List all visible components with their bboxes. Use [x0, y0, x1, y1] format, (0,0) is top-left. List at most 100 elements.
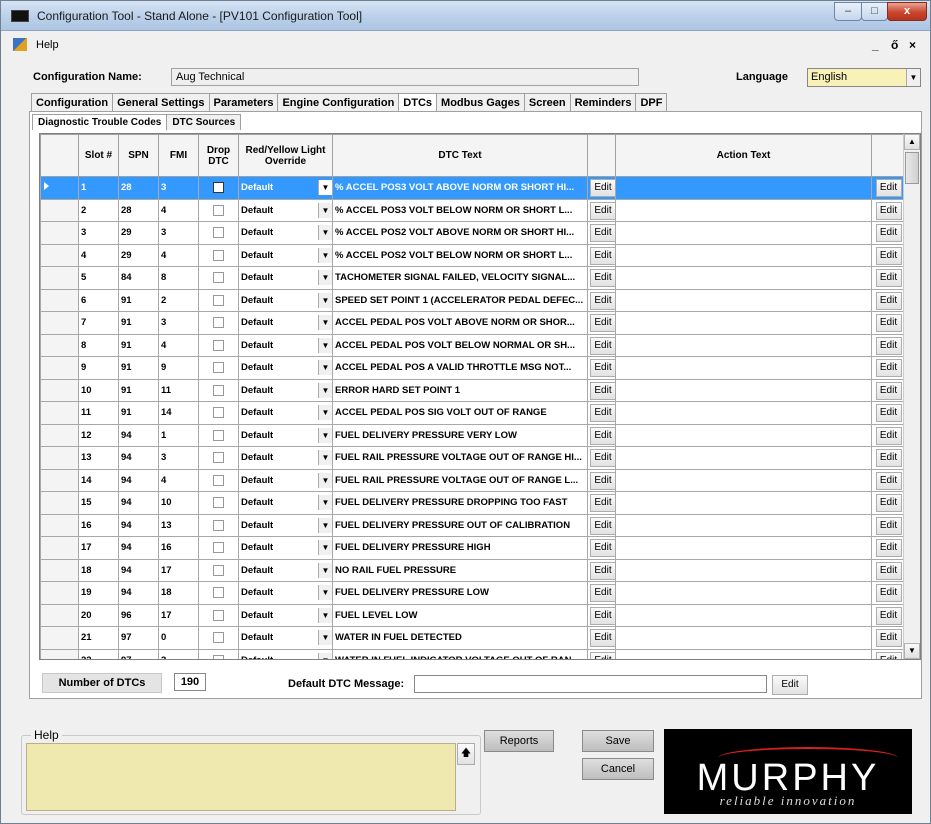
action-text-edit-button[interactable]: Edit	[875, 381, 902, 400]
dtc-text-edit-button[interactable]: Edit	[590, 224, 615, 243]
tab-configuration[interactable]: Configuration	[31, 93, 114, 112]
action-text-edit-button[interactable]: Edit	[875, 179, 902, 198]
row-selector[interactable]	[40, 176, 79, 200]
cell-dtc-edit[interactable]: Edit	[587, 266, 616, 290]
cell-fmi[interactable]: 2	[158, 288, 199, 312]
cell-slot[interactable]: 14	[78, 468, 119, 492]
drop-dtc-checkbox[interactable]	[213, 182, 224, 194]
cell-dtc-edit[interactable]: Edit	[587, 221, 616, 245]
scroll-thumb[interactable]	[905, 152, 919, 184]
cell-drop-dtc[interactable]	[198, 378, 239, 402]
row-selector[interactable]	[40, 378, 79, 402]
chevron-down-icon[interactable]: ▼	[318, 607, 332, 623]
table-row[interactable]: 1 28 3 Default ▼% ACCEL POS3 VOLT ABOVE NORM…	[40, 176, 906, 200]
cell-light-override[interactable]: Default ▼	[238, 198, 333, 222]
cell-action-text[interactable]	[615, 581, 872, 605]
cell-spn[interactable]: 91	[118, 401, 159, 425]
row-selector[interactable]	[40, 333, 79, 357]
row-selector[interactable]	[40, 513, 79, 537]
cell-action-text[interactable]	[615, 198, 872, 222]
action-text-edit-button[interactable]: Edit	[875, 539, 902, 558]
cell-drop-dtc[interactable]	[198, 581, 239, 605]
default-dtc-message-field[interactable]	[414, 675, 767, 693]
cell-action-edit[interactable]: Edit	[871, 401, 906, 425]
cell-spn[interactable]: 94	[118, 558, 159, 582]
cell-light-override[interactable]: Default ▼	[238, 513, 333, 537]
cell-dtc-edit[interactable]: Edit	[587, 176, 616, 200]
cell-spn[interactable]: 94	[118, 446, 159, 470]
cell-dtc-edit[interactable]: Edit	[587, 333, 616, 357]
cell-dtc-edit[interactable]: Edit	[587, 423, 616, 447]
cell-light-override[interactable]: Default ▼	[238, 558, 333, 582]
cell-action-edit[interactable]: Edit	[871, 558, 906, 582]
cell-fmi[interactable]: 1	[158, 423, 199, 447]
cell-drop-dtc[interactable]	[198, 648, 239, 659]
cell-dtc-edit[interactable]: Edit	[587, 243, 616, 267]
row-selector[interactable]	[40, 558, 79, 582]
cell-spn[interactable]: 91	[118, 356, 159, 380]
dtc-text-edit-button[interactable]: Edit	[590, 179, 615, 198]
action-text-edit-button[interactable]: Edit	[875, 494, 902, 513]
action-text-edit-button[interactable]: Edit	[875, 606, 902, 625]
cell-light-override[interactable]: Default ▼	[238, 333, 333, 357]
cell-slot[interactable]: 2	[78, 198, 119, 222]
dtc-text-edit-button[interactable]: Edit	[590, 201, 615, 220]
action-text-edit-button[interactable]: Edit	[875, 359, 902, 378]
chevron-down-icon[interactable]: ▼	[318, 382, 332, 398]
cell-dtc-text[interactable]: % ACCEL POS3 VOLT BELOW NORM OR SHORT L.…	[332, 198, 588, 222]
dtc-text-edit-button[interactable]: Edit	[590, 539, 615, 558]
action-text-edit-button[interactable]: Edit	[875, 224, 902, 243]
cell-dtc-text[interactable]: % ACCEL POS2 VOLT BELOW NORM OR SHORT L.…	[332, 243, 588, 267]
cell-drop-dtc[interactable]	[198, 603, 239, 627]
cell-drop-dtc[interactable]	[198, 468, 239, 492]
drop-dtc-checkbox[interactable]	[213, 227, 224, 239]
cell-light-override[interactable]: Default ▼	[238, 176, 333, 200]
cell-action-edit[interactable]: Edit	[871, 176, 906, 200]
cell-light-override[interactable]: Default ▼	[238, 401, 333, 425]
action-text-edit-button[interactable]: Edit	[875, 291, 902, 310]
cell-dtc-edit[interactable]: Edit	[587, 446, 616, 470]
row-selector[interactable]	[40, 626, 79, 650]
cell-action-text[interactable]	[615, 356, 872, 380]
cell-slot[interactable]: 21	[78, 626, 119, 650]
cell-spn[interactable]: 94	[118, 423, 159, 447]
row-selector[interactable]	[40, 311, 79, 335]
dtc-text-edit-button[interactable]: Edit	[590, 381, 615, 400]
cell-drop-dtc[interactable]	[198, 558, 239, 582]
table-row[interactable]: 16 94 13 Default ▼ FUEL DELIVERY PRESSURE OUT…	[40, 513, 906, 537]
tab-modbus-gages[interactable]: Modbus Gages	[436, 93, 525, 112]
cell-action-edit[interactable]: Edit	[871, 356, 906, 380]
cell-dtc-text[interactable]: FUEL DELIVERY PRESSURE DROPPING TOO FAST	[332, 491, 588, 515]
cell-action-text[interactable]	[615, 378, 872, 402]
cell-action-edit[interactable]: Edit	[871, 221, 906, 245]
col-slot[interactable]: Slot #	[78, 134, 119, 177]
cell-slot[interactable]: 22	[78, 648, 119, 659]
drop-dtc-checkbox[interactable]	[213, 609, 224, 621]
cell-dtc-edit[interactable]: Edit	[587, 491, 616, 515]
cell-dtc-text[interactable]: FUEL DELIVERY PRESSURE LOW	[332, 581, 588, 605]
cell-action-text[interactable]	[615, 288, 872, 312]
chevron-down-icon[interactable]: ▼	[318, 315, 332, 331]
drop-dtc-checkbox[interactable]	[213, 362, 224, 374]
cell-action-text[interactable]	[615, 401, 872, 425]
cell-slot[interactable]: 17	[78, 536, 119, 560]
cell-spn[interactable]: 97	[118, 626, 159, 650]
table-row[interactable]: 3 29 3 Default ▼% ACCEL POS2 VOLT ABOVE NORM…	[40, 221, 906, 245]
chevron-down-icon[interactable]: ▼	[318, 495, 332, 511]
cell-action-edit[interactable]: Edit	[871, 198, 906, 222]
mdi-close-button[interactable]: ×	[909, 38, 916, 52]
action-text-edit-button[interactable]: Edit	[875, 651, 902, 659]
reports-button[interactable]: Reports	[484, 730, 554, 752]
cell-slot[interactable]: 1	[78, 176, 119, 200]
drop-dtc-checkbox[interactable]	[213, 519, 224, 531]
table-row[interactable]: 17 94 16 Default ▼ FUEL DELIVERY PRESSURE HIG…	[40, 536, 906, 560]
dtc-text-edit-button[interactable]: Edit	[590, 606, 615, 625]
cell-light-override[interactable]: Default ▼	[238, 221, 333, 245]
language-select[interactable]: English ▼	[807, 68, 921, 87]
cell-drop-dtc[interactable]	[198, 221, 239, 245]
dtc-text-edit-button[interactable]: Edit	[590, 246, 615, 265]
chevron-down-icon[interactable]: ▼	[318, 630, 332, 646]
cell-light-override[interactable]: Default ▼	[238, 266, 333, 290]
cell-spn[interactable]: 28	[118, 176, 159, 200]
table-row[interactable]: 13 94 3 Default ▼ FUEL RAIL PRESSURE VOLTAGE …	[40, 446, 906, 470]
